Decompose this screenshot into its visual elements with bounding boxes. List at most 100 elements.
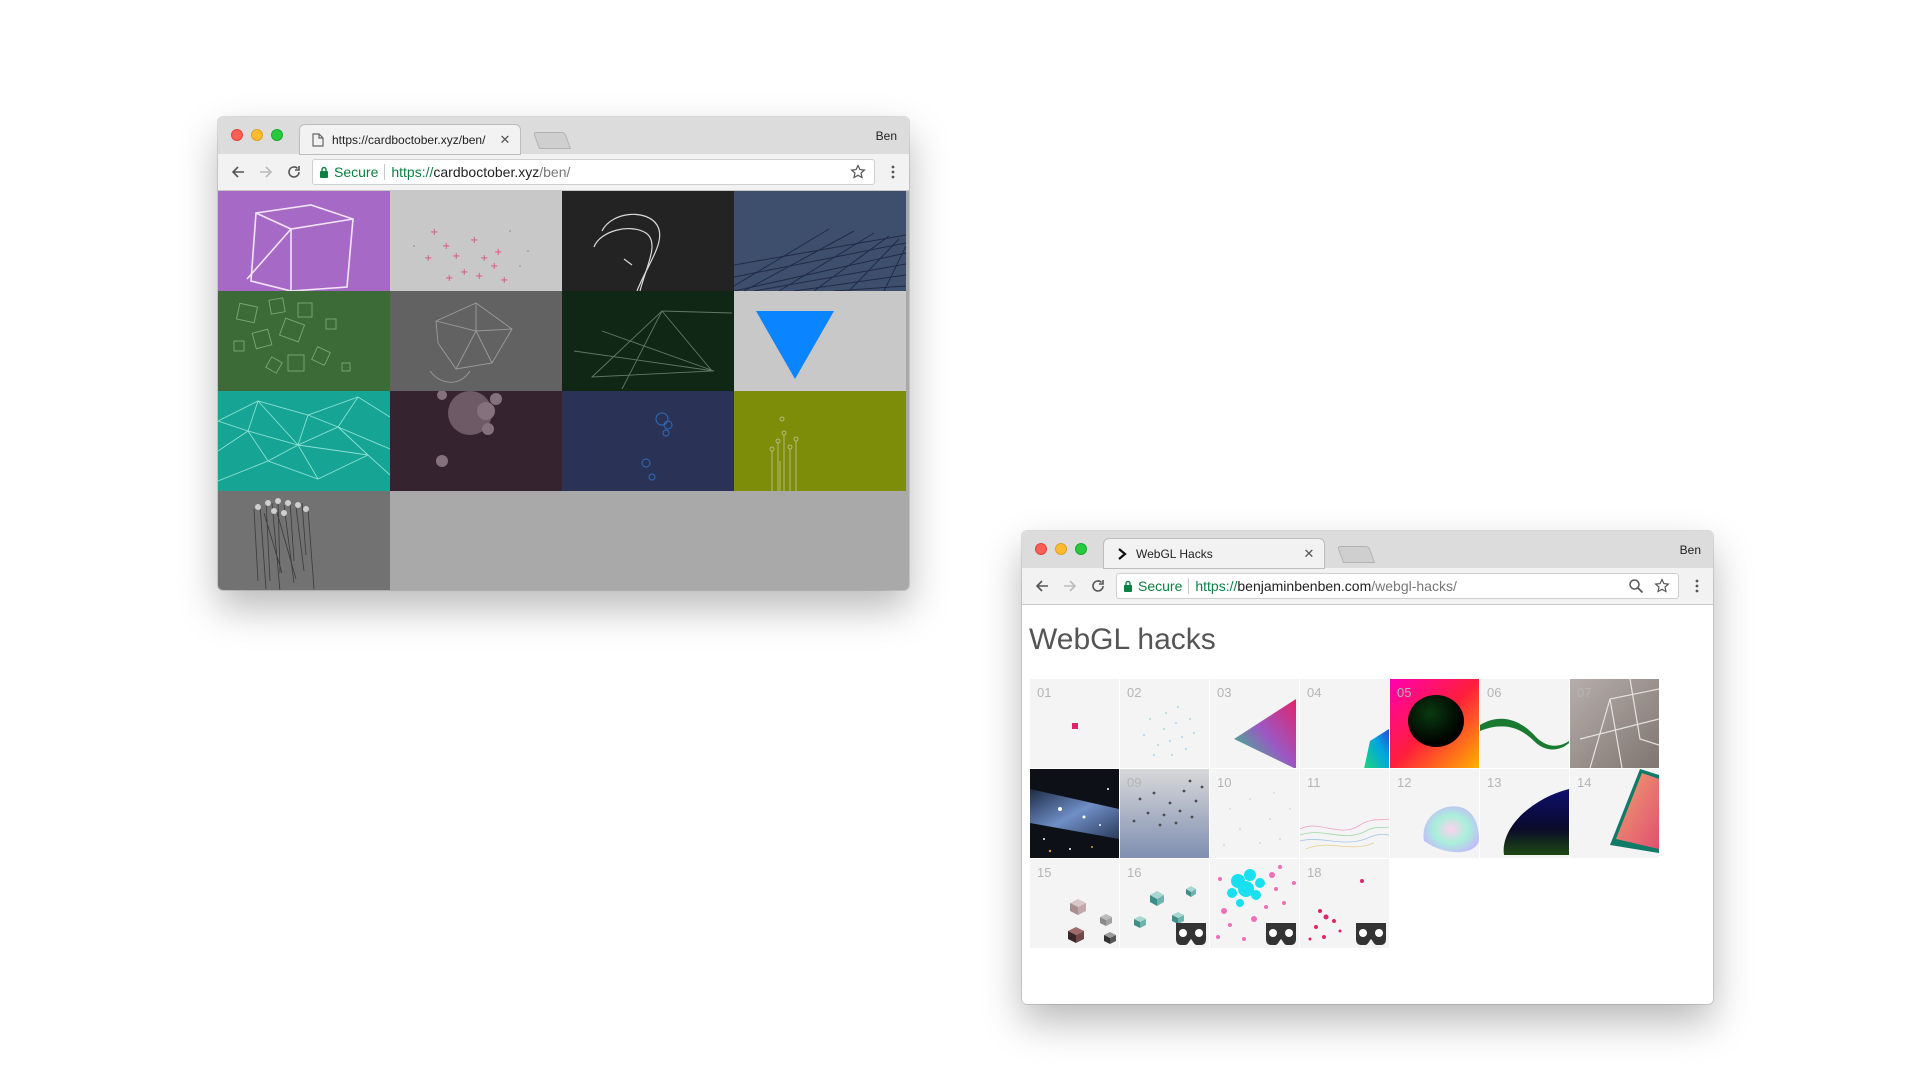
gallery-tile[interactable]	[734, 191, 906, 291]
thumbnail-number: 02	[1127, 685, 1142, 700]
browser-menu-button[interactable]	[883, 158, 903, 186]
url-host: cardboctober.xyz	[433, 164, 540, 180]
webgl-hacks-page: WebGL hacks 01 02 03 04 05 06 07 09 10 1…	[1022, 605, 1713, 1004]
url-scheme: https://	[391, 164, 434, 180]
new-tab-button[interactable]	[1336, 546, 1376, 563]
reload-button[interactable]	[1084, 572, 1112, 600]
profile-name[interactable]: Ben	[876, 129, 897, 143]
address-bar[interactable]: Secure https://benjaminbenben.com/webgl-…	[1116, 573, 1679, 599]
reload-button[interactable]	[280, 158, 308, 186]
thumbnail[interactable]: 06	[1480, 679, 1569, 768]
thumbnail-number: 09	[1127, 775, 1142, 790]
arrow-left-icon	[231, 166, 244, 178]
thumbnail-number: 14	[1577, 775, 1592, 790]
thumbnail[interactable]	[1210, 859, 1299, 948]
document-icon	[310, 132, 326, 148]
forward-button[interactable]	[1056, 572, 1084, 600]
profile-name[interactable]: Ben	[1680, 543, 1701, 557]
gallery-tile[interactable]	[562, 391, 734, 491]
maximize-window-button[interactable]	[271, 129, 283, 141]
gallery-tile[interactable]	[218, 491, 390, 590]
title-bar: WebGL Hacks ✕ Ben	[1022, 531, 1713, 568]
thumbnail-number: 07	[1577, 685, 1592, 700]
browser-tab[interactable]: WebGL Hacks ✕	[1104, 539, 1324, 568]
thumbnail[interactable]: 11	[1300, 769, 1389, 858]
close-tab-icon[interactable]: ✕	[1302, 546, 1316, 562]
gallery-tile[interactable]	[218, 391, 390, 491]
kebab-menu-icon	[891, 165, 895, 179]
maximize-window-button[interactable]	[1075, 543, 1087, 555]
svg-text:+: +	[470, 235, 478, 246]
tab-title: https://cardboctober.xyz/ben/	[332, 132, 486, 147]
browser-menu-button[interactable]	[1687, 572, 1707, 600]
back-button[interactable]	[1028, 572, 1056, 600]
thumbnail[interactable]: 14	[1570, 769, 1659, 858]
thumbnail[interactable]: 16	[1120, 859, 1209, 948]
thumbnail-number: 01	[1037, 685, 1052, 700]
security-indicator[interactable]: Secure	[319, 164, 378, 180]
thumbnail[interactable]: 01	[1030, 679, 1119, 768]
browser-window-webgl-hacks: WebGL Hacks ✕ Ben Secure https://benjami…	[1022, 531, 1713, 1004]
thumbnail[interactable]: 12	[1390, 769, 1479, 858]
forward-button[interactable]	[252, 158, 280, 186]
thumbnail[interactable]: 02	[1120, 679, 1209, 768]
search-icon	[1629, 579, 1644, 594]
close-window-button[interactable]	[1035, 543, 1047, 555]
svg-text:+: +	[452, 251, 460, 262]
close-window-button[interactable]	[231, 129, 243, 141]
toolbar: Secure https://cardboctober.xyz/ben/	[218, 154, 909, 191]
thumbnail[interactable]	[1030, 769, 1119, 858]
bookmark-star-button[interactable]	[1652, 576, 1672, 596]
gallery-tile[interactable]	[734, 291, 906, 391]
cardboard-vr-icon	[1266, 923, 1296, 945]
zoom-search-button[interactable]	[1626, 576, 1646, 596]
cardboard-vr-icon	[1176, 923, 1206, 945]
new-tab-button[interactable]	[532, 132, 572, 149]
address-bar[interactable]: Secure https://cardboctober.xyz/ben/	[312, 159, 875, 185]
svg-text:+: +	[475, 271, 483, 282]
url-path: /webgl-hacks/	[1371, 578, 1457, 594]
gallery-tile[interactable]	[390, 291, 562, 391]
thumbnail[interactable]: 13	[1480, 769, 1569, 858]
back-button[interactable]	[224, 158, 252, 186]
url-host: benjaminbenben.com	[1237, 578, 1372, 594]
browser-tab[interactable]: https://cardboctober.xyz/ben/ ✕	[300, 125, 520, 154]
gallery-tile[interactable]	[218, 191, 390, 291]
svg-text:+: +	[442, 241, 450, 252]
gallery-tile[interactable]	[390, 391, 562, 491]
secure-label: Secure	[1138, 578, 1183, 594]
lock-icon	[320, 166, 328, 178]
thumbnail-number: 06	[1487, 685, 1502, 700]
thumbnail[interactable]: 10	[1210, 769, 1299, 858]
gallery-tile[interactable]	[562, 191, 734, 291]
thumbnail-number: 15	[1037, 865, 1052, 880]
svg-text:+: +	[494, 247, 502, 258]
window-controls	[231, 129, 283, 141]
svg-text:+: +	[490, 261, 498, 272]
thumbnail[interactable]: 03	[1210, 679, 1299, 768]
gallery-tile[interactable]	[562, 291, 734, 391]
thumbnail-number: 12	[1397, 775, 1412, 790]
security-indicator[interactable]: Secure	[1123, 578, 1182, 594]
reload-icon	[288, 166, 300, 178]
thumbnail[interactable]: 04	[1300, 679, 1389, 768]
bookmark-star-button[interactable]	[848, 162, 868, 182]
cardboard-gallery: + + + + + + + + + + + +	[218, 191, 909, 590]
thumbnail[interactable]: 15	[1030, 859, 1119, 948]
minimize-window-button[interactable]	[1055, 543, 1067, 555]
thumbnail[interactable]: 18	[1300, 859, 1389, 948]
gallery-tile[interactable]: + + + + + + + + + + + +	[390, 191, 562, 291]
close-tab-icon[interactable]: ✕	[498, 132, 512, 148]
svg-text:+: +	[480, 253, 488, 264]
kebab-menu-icon	[1695, 579, 1699, 593]
gallery-tile[interactable]	[734, 391, 906, 491]
thumbnail[interactable]: 05	[1390, 679, 1479, 768]
thumbnail-number: 11	[1307, 775, 1321, 790]
browser-window-cardboctober: https://cardboctober.xyz/ben/ ✕ Ben Secu…	[218, 117, 909, 590]
gallery-tile[interactable]	[218, 291, 390, 391]
minimize-window-button[interactable]	[251, 129, 263, 141]
thumbnail[interactable]: 07	[1570, 679, 1659, 768]
thumbnail-number: 10	[1217, 775, 1232, 790]
svg-text:+: +	[500, 275, 508, 286]
thumbnail[interactable]: 09	[1120, 769, 1209, 858]
